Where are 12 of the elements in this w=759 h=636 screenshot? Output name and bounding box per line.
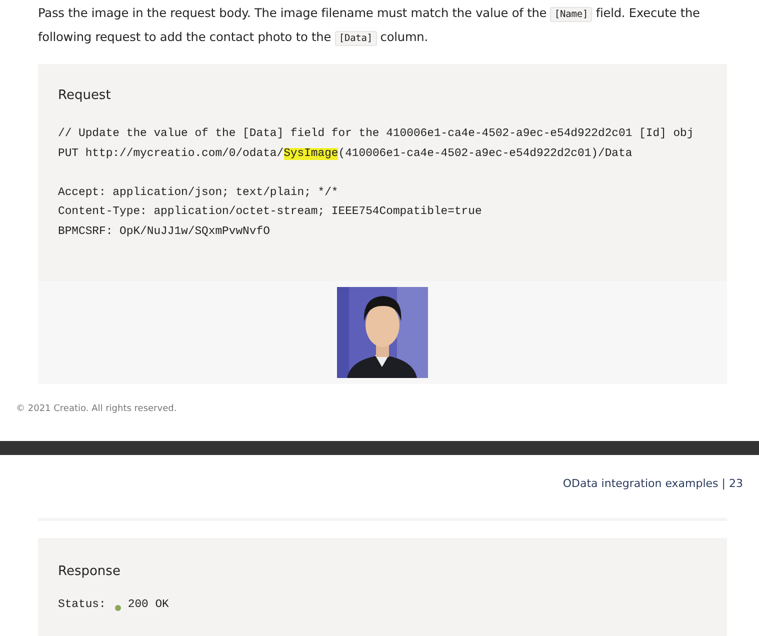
- intro-paragraph: Pass the image in the request body. The image filename must match the value of the [Name] field. Execute the following request to add the contact photo to the [Data] column.: [38, 5, 701, 48]
- request-title: Request: [58, 88, 111, 103]
- code-line: Accept: application/json; text/plain; */*: [58, 186, 338, 200]
- response-title: Response: [58, 564, 120, 579]
- page-header-text: OData integration examples | 23: [562, 477, 743, 490]
- code-line: Content-Type: application/octet-stream; IEEE754Compatible=true: [58, 204, 482, 220]
- code-line: // Update the value of the [Data] field for the 410006e1-ca4e-4502-a9ec-e54d922d2c01 [Id] obj: [58, 126, 694, 142]
- status-label: Status:: [58, 599, 106, 611]
- code-line: PUT http://mycreatio.com/0/odata/SysImage(410006e1-ca4e-4502-a9ec-e54d922d2c01)/Data: [58, 146, 632, 162]
- code-line: BPMCSRF: OpK/NuJJ1w/SQxmPvwNvfO: [58, 224, 270, 240]
- status-text: 200 OK: [128, 599, 169, 611]
- copyright-text: © 2021 Creatio. All rights reserved.: [16, 404, 177, 414]
